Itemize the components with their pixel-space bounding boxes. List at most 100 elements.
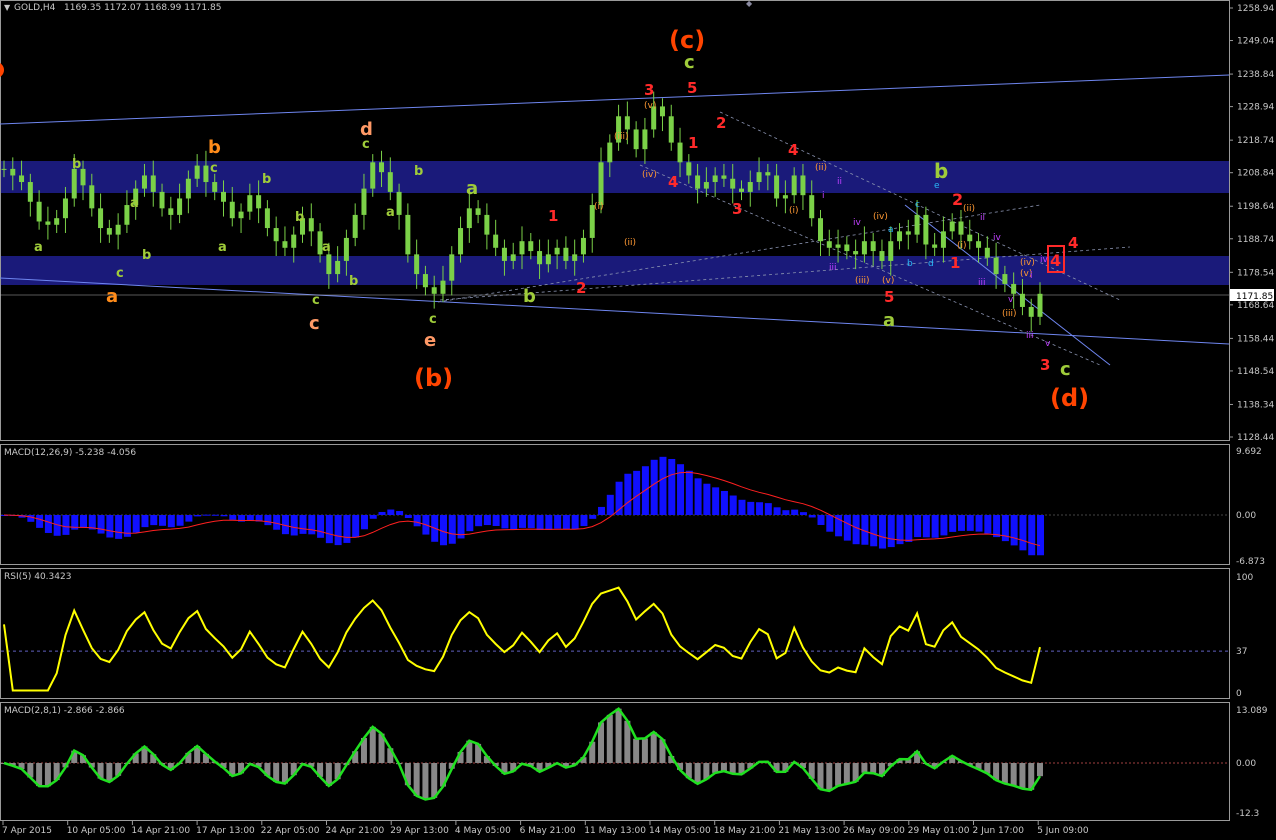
upper-channel-line[interactable] (0, 74, 1230, 125)
macd-bar (554, 515, 562, 529)
wave-label-green: a (218, 240, 227, 255)
pane-frames (0, 0, 1230, 821)
candle-body (958, 221, 964, 235)
rsi-scale-mid: 37 (1236, 647, 1247, 657)
macd-bar (598, 506, 606, 515)
macd-title: MACD(12,26,9) -5.238 -4.056 (4, 448, 136, 458)
macd-bar (826, 515, 834, 532)
candle-body (695, 175, 701, 189)
macd-bar (299, 515, 307, 534)
macd-bar (492, 515, 500, 526)
macd-bar (650, 459, 658, 515)
candle-body (686, 162, 692, 176)
candle-body (633, 129, 639, 150)
time-axis: 7 Apr 2015 10 Apr 05:00 14 Apr 21:00 17 Apr… (2, 821, 1089, 836)
price-label: 1178.54 (1237, 268, 1274, 278)
candle-body (247, 195, 253, 212)
macd-scale-high: 9.692 (1236, 447, 1262, 457)
candle-body (10, 168, 16, 176)
macd-bar (720, 490, 728, 515)
macd-bar (677, 464, 685, 515)
edge-marker (0, 63, 4, 77)
macd-bar (694, 478, 702, 515)
wave-label-minor: (i) (957, 241, 967, 251)
symbol-label: GOLD,H4 (14, 3, 56, 13)
wave-label-red: 1 (548, 207, 558, 225)
price-chart-window[interactable]: 1258.94 1249.04 1238.84 1228.94 1218.74 1208.… (0, 0, 1276, 840)
price-label: 1238.84 (1237, 70, 1274, 80)
wave-label-green: b (414, 164, 423, 179)
candle-body (414, 254, 420, 275)
macd-bar (97, 515, 105, 534)
macd-bar (439, 515, 447, 546)
lower-channel-line[interactable] (0, 277, 1230, 345)
wave-label-big: (c) (669, 26, 705, 54)
macd-bar (396, 511, 404, 515)
candle-body (976, 241, 982, 248)
price-label: 1249.04 (1237, 37, 1274, 47)
price-label: 1168.64 (1237, 301, 1274, 311)
candle-body (923, 214, 929, 245)
macd-bar (747, 501, 755, 515)
macd-bar (799, 512, 807, 515)
wave-label-green: c (312, 293, 320, 308)
macd-bar (949, 515, 957, 532)
price-label: 1208.84 (1237, 169, 1274, 179)
macd-bar (782, 510, 790, 515)
macd2-bar (431, 763, 438, 798)
candle-body (949, 221, 955, 232)
chart-shift-icon[interactable]: ◆ (746, 0, 753, 8)
candle-body (19, 175, 25, 183)
candle-body (1011, 283, 1017, 294)
candle-body (993, 257, 999, 275)
macd-bar (141, 515, 149, 528)
wave-label-green: b (72, 157, 81, 172)
candle-body (861, 241, 867, 255)
macd2-bar (422, 763, 429, 800)
macd-bar (106, 515, 114, 538)
time-label: 14 May 05:00 (649, 826, 711, 836)
candle-body (572, 254, 578, 261)
price-label: 1258.94 (1237, 4, 1274, 14)
time-label: 26 May 09:00 (843, 826, 905, 836)
candle-body (756, 172, 762, 183)
macd-bar (352, 515, 360, 538)
wave-label-orange: a (106, 286, 118, 307)
wave-label-red: 2 (716, 114, 726, 132)
macd-bar (466, 515, 474, 532)
candle-body (905, 231, 911, 235)
wave-label-red: 3 (1040, 356, 1050, 374)
candle-body (308, 218, 314, 232)
wave-label-green: b (349, 274, 358, 289)
candle-body (730, 178, 736, 189)
macd-bar (852, 515, 860, 545)
candle-body (545, 254, 551, 265)
macd-bar (80, 515, 88, 528)
macd-bar (308, 515, 316, 535)
macd-bar (334, 515, 342, 546)
price-label: 1128.44 (1237, 433, 1274, 443)
candle-body (1028, 306, 1034, 317)
candle-body (580, 237, 586, 255)
macd2-line (3, 706, 1042, 801)
wave-label-minor: (iv) (873, 212, 888, 222)
macd-bar (633, 470, 641, 515)
wave-label-red: 1 (950, 254, 960, 272)
wave-label-green: b (523, 286, 536, 307)
candle-body (379, 162, 385, 173)
candle-body (800, 175, 806, 196)
current-price-marker: 1171.85 (1230, 289, 1274, 302)
macd-bar (62, 515, 70, 535)
chart-header: ▼ GOLD,H4 1169.35 1172.07 1168.99 1171.8… (4, 3, 221, 13)
macd2-scale-high: 13.089 (1236, 706, 1268, 716)
macd2-pane (1, 706, 1229, 801)
macd-bar (194, 515, 202, 517)
macd-bar (483, 515, 491, 526)
macd2-bar (1019, 763, 1026, 789)
macd-bar (966, 515, 974, 531)
wave-label-green: b (295, 210, 304, 225)
candle-body (484, 214, 490, 235)
candle-body (326, 254, 332, 275)
time-label: 4 May 05:00 (455, 826, 511, 836)
candle-body (493, 234, 499, 248)
